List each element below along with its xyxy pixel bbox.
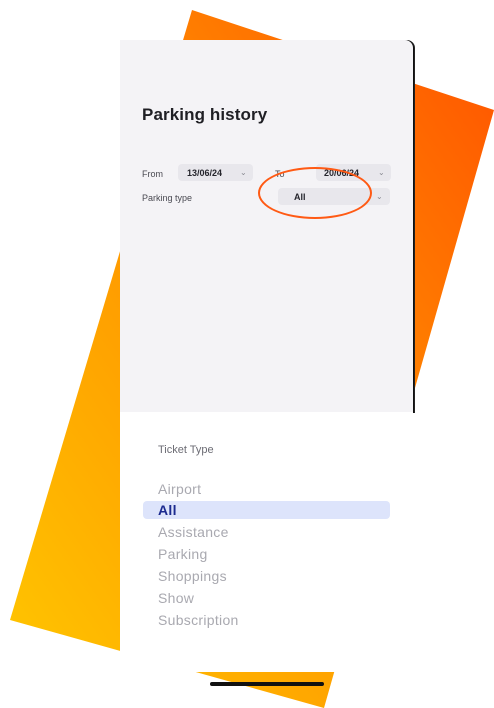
option-all[interactable]: All [158,502,177,518]
chevron-down-icon: ⌄ [240,168,247,177]
option-airport[interactable]: Airport [158,481,201,497]
option-assistance[interactable]: Assistance [158,524,229,540]
from-date-value: 13/06/24 [187,168,223,178]
ticket-type-sheet: Ticket Type Airport All Assistance Parki… [120,412,413,672]
sheet-title: Ticket Type [158,444,214,456]
option-show[interactable]: Show [158,590,194,606]
from-label: From [142,169,163,179]
chevron-down-icon: ⌄ [378,168,385,177]
option-shoppings[interactable]: Shoppings [158,568,227,584]
page-title: Parking history [142,105,268,124]
selected-option-highlight [143,501,390,519]
parking-type-label: Parking type [142,193,193,203]
chevron-down-icon: ⌄ [376,192,383,201]
option-parking[interactable]: Parking [158,546,208,562]
option-subscription[interactable]: Subscription [158,612,239,628]
parking-history-screen: Parking history From 13/06/24 ⌄ To 20/06… [120,40,413,413]
home-indicator [210,682,324,686]
highlight-circle [258,167,372,219]
from-date-select[interactable]: 13/06/24 ⌄ [178,164,253,181]
